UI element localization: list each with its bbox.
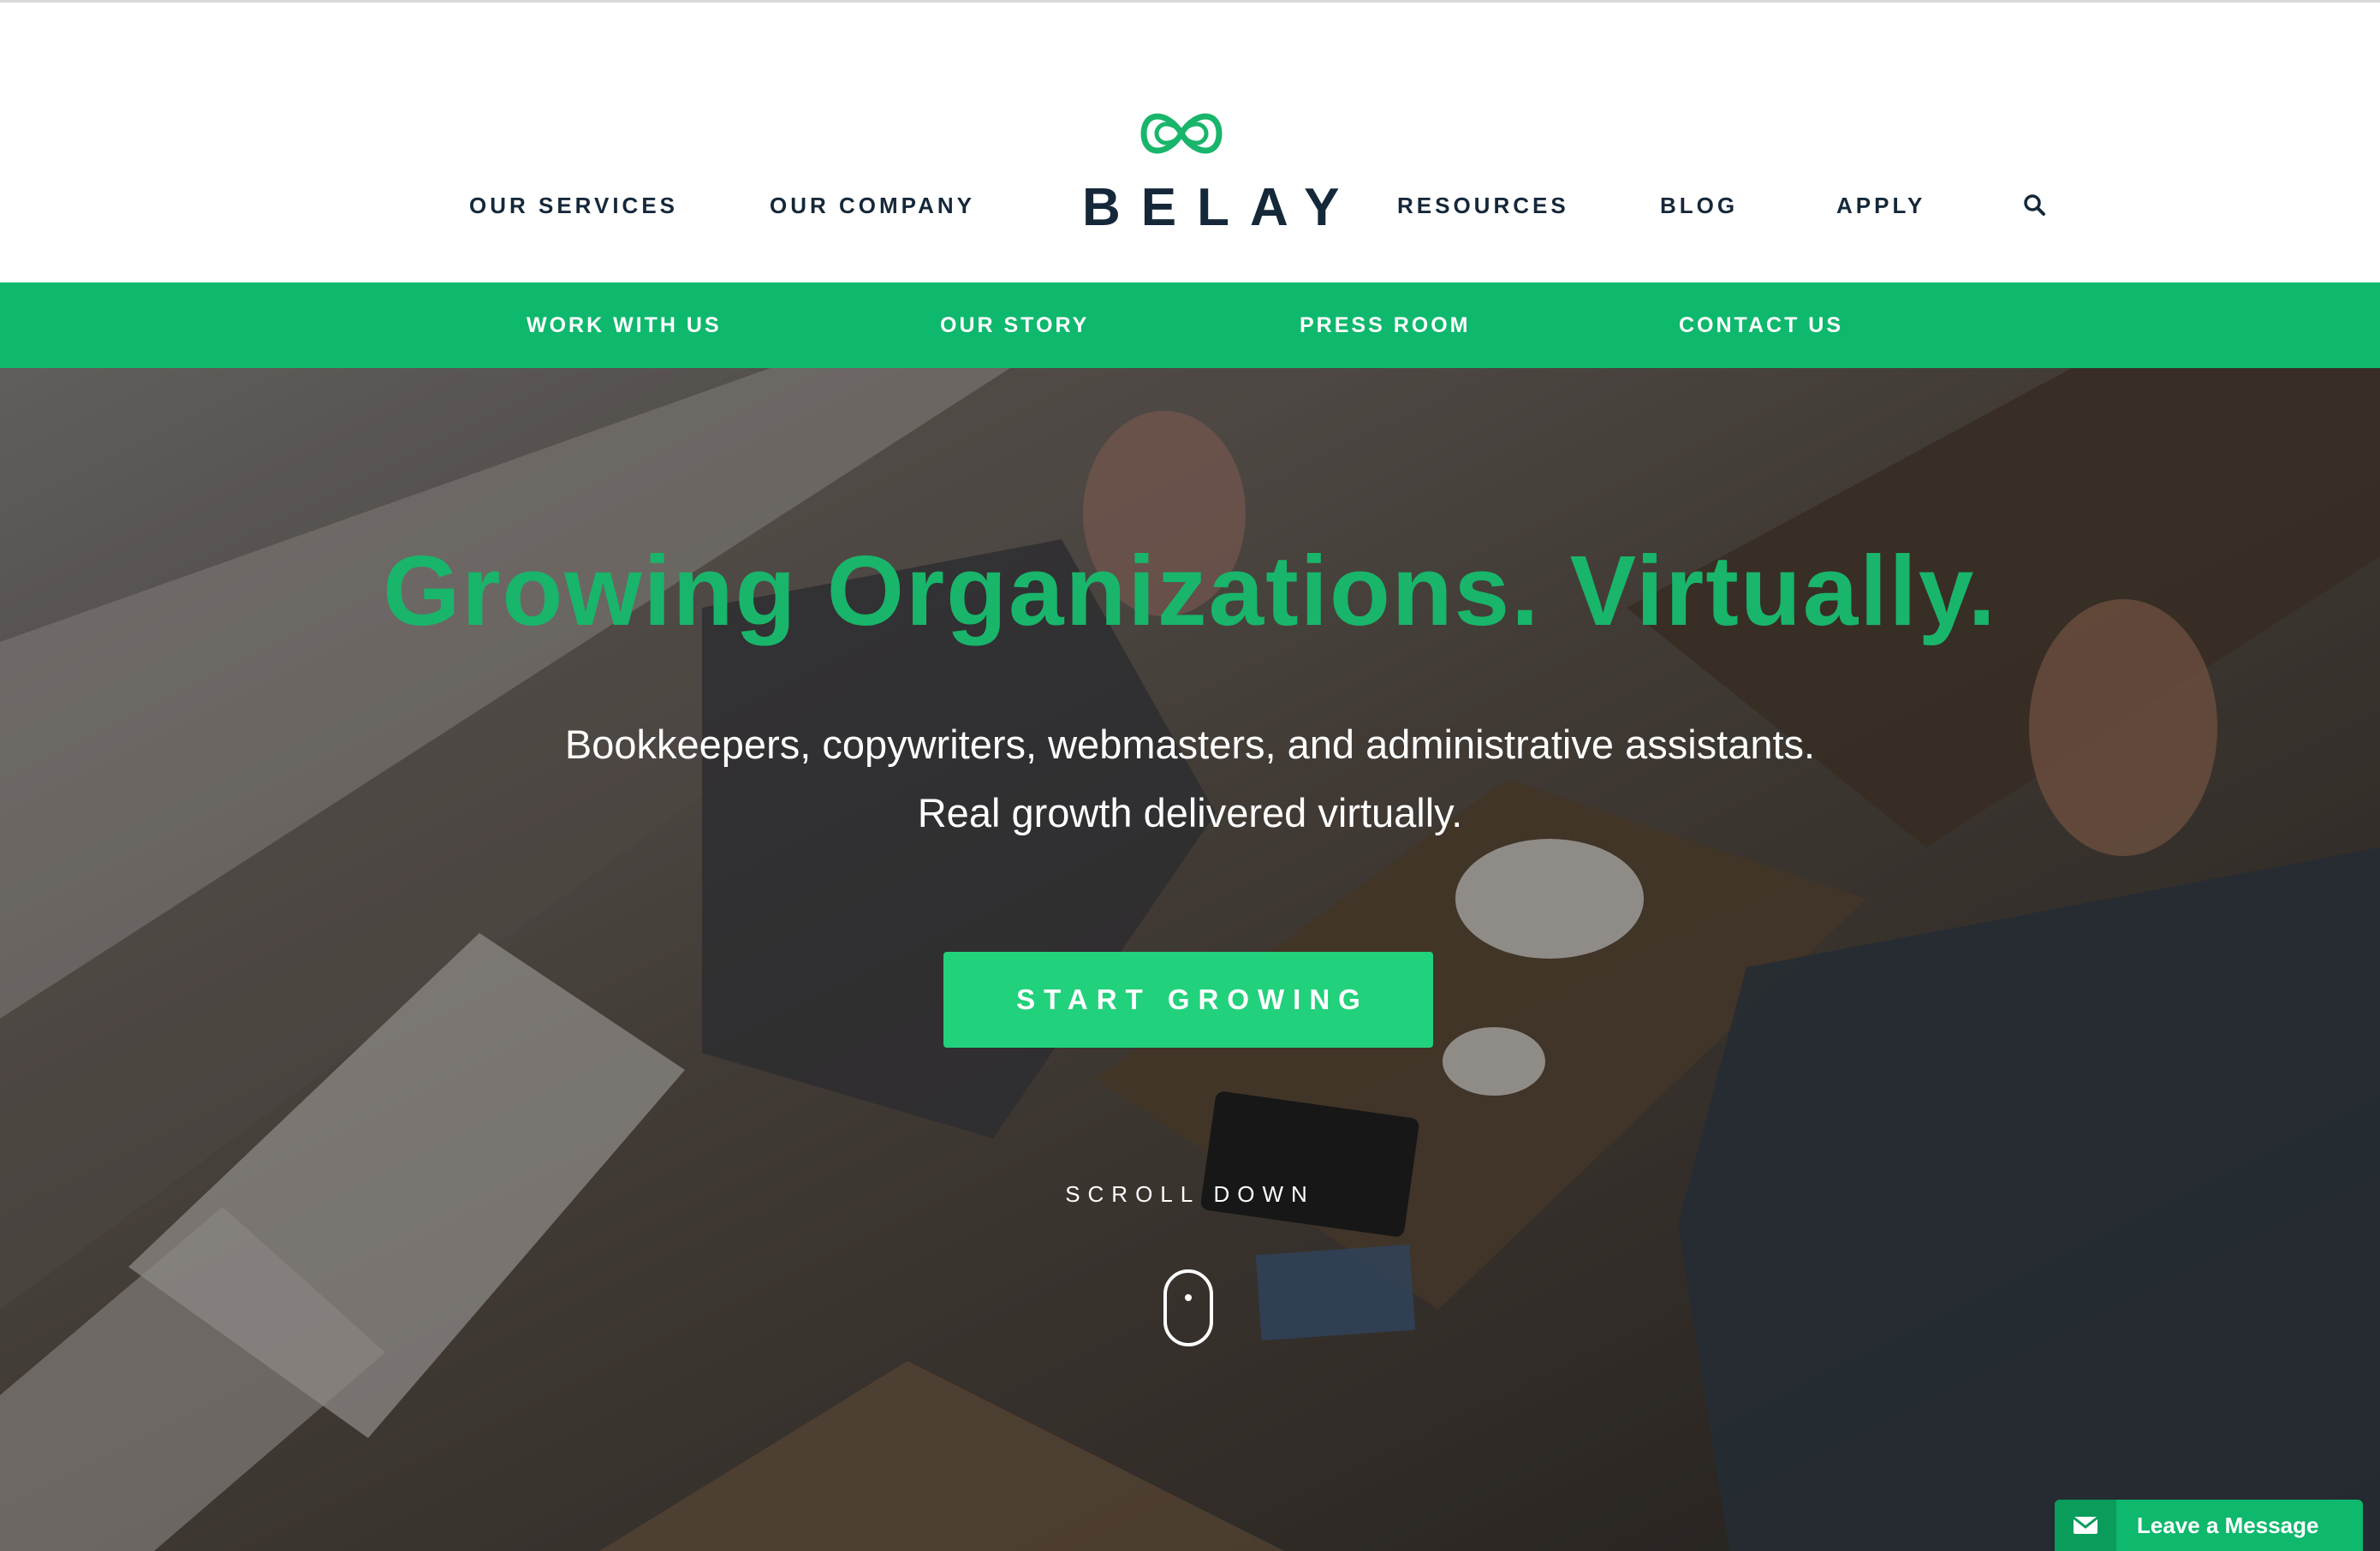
- scroll-down-label: SCROLL DOWN: [1065, 1181, 1315, 1207]
- site-header: OUR SERVICES OUR COMPANY BELAY RESOURCES…: [0, 3, 2380, 282]
- infinity-logo-icon: [1140, 113, 1223, 154]
- nav-blog[interactable]: BLOG: [1660, 193, 1738, 219]
- envelope-icon-box: [2055, 1500, 2116, 1551]
- nav-apply[interactable]: APPLY: [1836, 193, 1925, 219]
- nav-resources[interactable]: RESOURCES: [1397, 193, 1569, 219]
- subnav-our-story[interactable]: OUR STORY: [940, 313, 1089, 338]
- subnav-work-with-us[interactable]: WORK WITH US: [527, 313, 722, 338]
- belay-logo[interactable]: BELAY: [1062, 110, 1360, 238]
- mouse-icon[interactable]: [1163, 1269, 1214, 1347]
- hero-subtitle-line2: Real growth delivered virtually.: [917, 790, 1463, 835]
- subnav-press-room[interactable]: PRESS ROOM: [1300, 313, 1470, 338]
- leave-message-label: Leave a Message: [2137, 1512, 2319, 1538]
- envelope-icon: [2073, 1516, 2098, 1534]
- subnav-contact-us[interactable]: CONTACT US: [1679, 313, 1843, 338]
- leave-message-widget[interactable]: Leave a Message: [2055, 1500, 2363, 1551]
- sub-navigation: WORK WITH US OUR STORY PRESS ROOM CONTAC…: [0, 282, 2380, 368]
- start-growing-label: START GROWING: [1016, 983, 1369, 1015]
- nav-our-company[interactable]: OUR COMPANY: [770, 193, 975, 219]
- hero-title: Growing Organizations. Virtually.: [383, 535, 1997, 646]
- nav-our-services[interactable]: OUR SERVICES: [469, 193, 678, 219]
- hero-section: Growing Organizations. Virtually. Bookke…: [0, 368, 2380, 1551]
- logo-wordmark: BELAY: [1082, 178, 1360, 237]
- hero-subtitle-line1: Bookkeepers, copywriters, webmasters, an…: [564, 722, 1816, 767]
- start-growing-button[interactable]: START GROWING: [943, 952, 1433, 1048]
- search-icon[interactable]: [2022, 193, 2046, 217]
